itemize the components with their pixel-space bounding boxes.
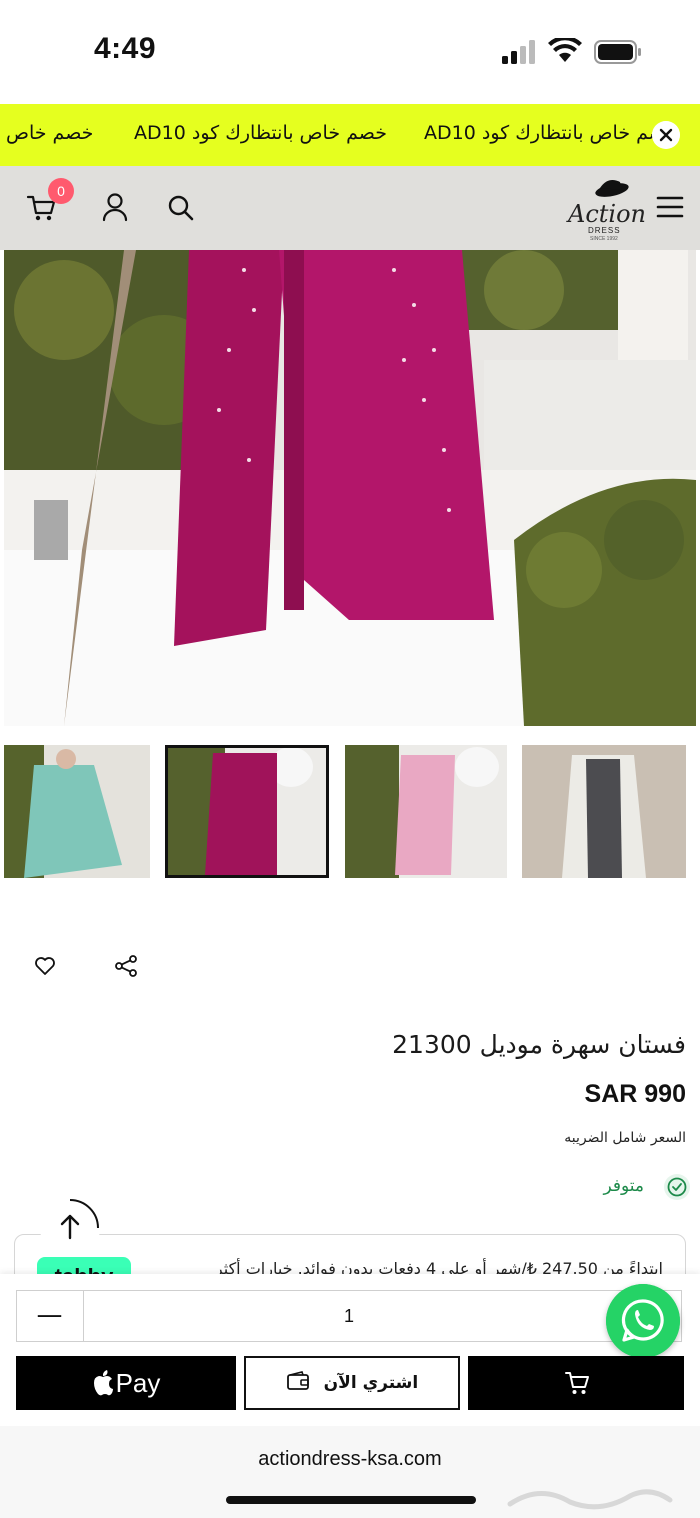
cart-icon xyxy=(565,1372,589,1394)
apple-pay-label: Pay xyxy=(115,1368,161,1398)
user-icon[interactable] xyxy=(102,192,128,222)
product-title: فستان سهرة موديل 21300 xyxy=(392,1030,686,1059)
home-indicator[interactable] xyxy=(226,1496,476,1504)
promo-message: خصم خاص بانتظارك كود AD10 xyxy=(424,122,677,144)
logo-since: SINCE 1992 xyxy=(590,236,618,242)
thumbnail-image xyxy=(165,745,329,878)
apple-pay-button[interactable]: Pay xyxy=(16,1356,236,1410)
apple-logo-icon xyxy=(93,1370,113,1396)
product-main-image[interactable] xyxy=(4,250,696,726)
check-circle-icon xyxy=(664,1174,690,1200)
thumbnail-image xyxy=(4,745,150,878)
battery-icon xyxy=(594,40,641,64)
cart-count-badge: 0 xyxy=(48,178,74,204)
availability-status: متوفر xyxy=(603,1176,644,1196)
buy-now-button[interactable]: اشتري الآن xyxy=(244,1356,460,1410)
thumbnail[interactable] xyxy=(4,745,150,878)
quantity-decrease-button[interactable]: — xyxy=(16,1290,84,1342)
wallet-icon xyxy=(286,1371,309,1390)
add-to-cart-button[interactable] xyxy=(468,1356,684,1410)
promo-message: خصم خاص xyxy=(6,122,94,144)
watermark-logo xyxy=(507,1489,673,1510)
thumbnail-image xyxy=(345,745,507,878)
quantity-value[interactable]: 1 xyxy=(84,1290,614,1342)
product-price: SAR 990 xyxy=(584,1080,686,1108)
dress-photo xyxy=(4,250,696,726)
thumbnail[interactable] xyxy=(345,745,507,878)
status-bar: 4:49 xyxy=(0,0,700,104)
back-to-top-icon[interactable] xyxy=(38,1196,102,1252)
wifi-icon xyxy=(548,38,582,62)
search-icon[interactable] xyxy=(167,194,195,222)
promo-message: خصم خاص بانتظارك كود AD10 xyxy=(134,122,387,144)
menu-icon[interactable] xyxy=(656,194,684,220)
heart-icon[interactable] xyxy=(34,955,56,977)
thumbnail-image xyxy=(522,745,686,878)
buy-now-label: اشتري الآن xyxy=(323,1373,419,1393)
tax-note: السعر شامل الضريبه xyxy=(564,1130,686,1146)
thumbnail-active[interactable] xyxy=(165,745,329,878)
status-time: 4:49 xyxy=(94,32,157,65)
close-icon[interactable] xyxy=(652,121,680,149)
promo-banner: خصم خاص بانتظارك كود AD10 خصم خاص بانتظا… xyxy=(0,104,700,166)
thumbnail[interactable] xyxy=(522,745,686,878)
url-display[interactable]: actiondress-ksa.com xyxy=(0,1448,700,1471)
logo-subtitle: DRESS xyxy=(588,226,621,235)
cellular-signal-icon xyxy=(502,40,535,64)
logo-wordmark: Action xyxy=(568,200,646,228)
share-icon[interactable] xyxy=(114,954,138,978)
whatsapp-icon[interactable] xyxy=(606,1284,680,1358)
